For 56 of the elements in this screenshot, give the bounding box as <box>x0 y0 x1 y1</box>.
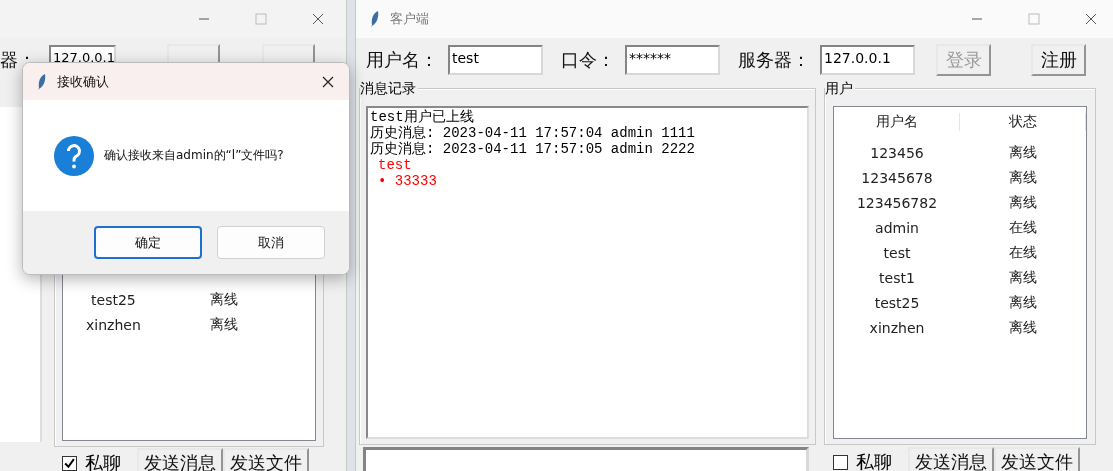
table-cell-text: 12345678 <box>860 169 934 186</box>
group-title: 用户 <box>825 80 855 98</box>
dialog-title: 接收确认 <box>57 72 109 91</box>
table-cell-text: test25 <box>90 291 137 308</box>
table-cell-text: 123456782 <box>855 194 939 211</box>
column-header[interactable]: 状态 <box>960 113 1086 131</box>
field-label: 服务器： <box>738 48 810 72</box>
table-cell-text: admin <box>874 219 920 236</box>
table-cell-text: 离线 <box>1008 268 1038 287</box>
checkbox[interactable] <box>62 455 77 471</box>
question-icon <box>54 135 94 176</box>
table-cell-text: test1 <box>878 269 916 286</box>
message-input[interactable] <box>363 447 809 471</box>
dialog-button[interactable]: 确定 <box>94 226 202 259</box>
column-header[interactable]: 用户名 <box>834 113 960 131</box>
input-field[interactable]: ****** <box>625 45 720 75</box>
message-line: 历史消息: 2023-04-11 17:57:05 admin 2222 <box>370 141 696 157</box>
table-cell-text: xinzhen <box>85 316 142 333</box>
dialog-message: 确认接收来自admin的“l”文件吗? <box>104 147 284 164</box>
feather-icon <box>37 72 47 91</box>
table-cell-text: 离线 <box>1008 318 1038 337</box>
input-field[interactable]: test <box>448 45 543 75</box>
table-cell-text: test <box>882 244 912 261</box>
close-icon[interactable] <box>322 75 334 88</box>
dialog-button[interactable]: 取消 <box>217 226 325 259</box>
send-button[interactable]: 发送消息 <box>908 447 994 471</box>
send-button[interactable]: 发送文件 <box>223 448 309 471</box>
table-cell-text: 离线 <box>209 290 240 309</box>
table-cell-text: 离线 <box>1008 143 1038 162</box>
table-cell-text: test25 <box>873 294 921 311</box>
table-cell-text: 在线 <box>1008 243 1038 262</box>
input-field[interactable]: 127.0.0.1 <box>820 45 915 75</box>
checkbox[interactable] <box>833 454 848 470</box>
table-cell-text: xinzhen <box>868 319 926 336</box>
message-line: test <box>377 157 413 173</box>
close-icon[interactable] <box>312 13 324 25</box>
window-title: 客户端 <box>390 10 429 28</box>
checkbox-label: 私聊 <box>856 450 892 471</box>
field-label: 用户名： <box>366 48 438 72</box>
close-icon[interactable] <box>1085 13 1097 25</box>
table-cell-text: 离线 <box>1008 168 1038 187</box>
message-line: 历史消息: 2023-04-11 17:57:04 admin 1111 <box>370 125 696 141</box>
feather-icon <box>370 10 380 28</box>
checkbox-label: 私聊 <box>85 451 121 471</box>
field-label: 口令： <box>561 48 615 72</box>
message-line: • 33333 <box>377 173 438 189</box>
group-title: 消息记录 <box>360 80 418 98</box>
table-cell-text: 123456 <box>869 144 925 161</box>
table-cell-text: 离线 <box>1008 293 1038 312</box>
send-button[interactable]: 发送文件 <box>994 447 1080 471</box>
action-button[interactable]: 注册 <box>1031 44 1086 76</box>
table-cell-text: 离线 <box>209 315 240 334</box>
table-cell-text: 在线 <box>1008 218 1038 237</box>
message-line: test用户已上线 <box>370 109 475 125</box>
send-button[interactable]: 发送消息 <box>137 448 223 471</box>
table-cell-text: 离线 <box>1008 193 1038 212</box>
